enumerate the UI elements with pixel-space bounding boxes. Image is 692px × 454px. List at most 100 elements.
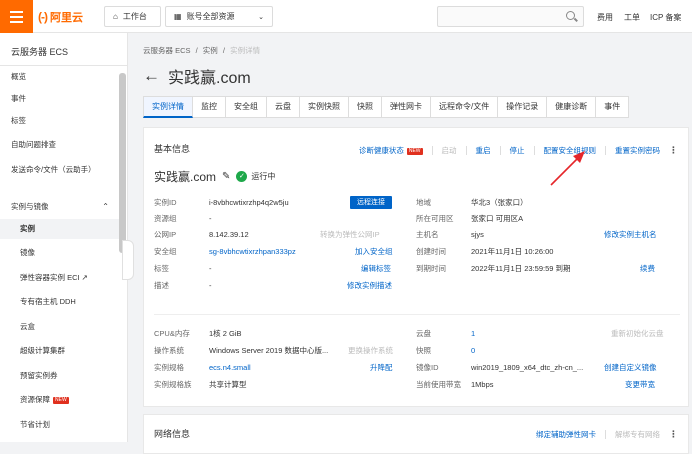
- tags-value: -: [209, 264, 212, 273]
- page-title: ← 实践赢.com: [143, 66, 251, 87]
- chevron-down-icon: ⌄: [258, 13, 264, 21]
- divider: [499, 146, 501, 155]
- sidebar-group-instances-images[interactable]: 实例与镜像 ⌃: [0, 197, 119, 217]
- tab-security-group[interactable]: 安全组: [226, 96, 267, 118]
- divider: [0, 65, 128, 66]
- more-options-icon[interactable]: ⋮: [669, 429, 678, 440]
- expire-time-value: 2022年11月1日 23:59:59 到期: [471, 264, 571, 273]
- more-options-icon[interactable]: ⋮: [669, 145, 678, 156]
- field-label: 当前使用带宽: [416, 380, 461, 389]
- aliyun-logo-icon: (-): [38, 10, 48, 24]
- collapse-sidebar-handle[interactable]: [122, 240, 134, 280]
- tab-snapshots[interactable]: 快照: [349, 96, 382, 118]
- breadcrumb-instances[interactable]: 实例: [203, 46, 218, 55]
- field-label: 实例ID: [154, 198, 177, 207]
- menu-icon[interactable]: [0, 0, 33, 33]
- divider: [431, 146, 433, 155]
- edit-description-link[interactable]: 修改实例描述: [347, 280, 392, 291]
- logo[interactable]: (-) 阿里云: [38, 9, 83, 25]
- sidebar-item-resource-guarantee[interactable]: 资源保障 NEW: [0, 390, 119, 410]
- bandwidth-value: 1Mbps: [471, 380, 494, 389]
- back-arrow-icon[interactable]: ←: [143, 66, 160, 86]
- divider: [465, 146, 467, 155]
- field-label: 所在可用区: [416, 214, 454, 223]
- security-group-link[interactable]: sg-8vbhcwtixrzhpan333pz: [209, 246, 296, 257]
- stop-button[interactable]: 停止: [510, 145, 525, 156]
- restart-button[interactable]: 重启: [476, 145, 491, 156]
- sidebar-item-events[interactable]: 事件: [0, 89, 119, 109]
- instance-type-link[interactable]: ecs.n4.small: [209, 362, 251, 373]
- tab-instance-snapshots[interactable]: 实例快照: [300, 96, 349, 118]
- field-label: 主机名: [416, 230, 439, 239]
- convert-eip-link[interactable]: 转换为弹性公网IP: [320, 229, 380, 240]
- bind-eni-link[interactable]: 绑定辅助弹性网卡: [536, 429, 596, 440]
- cpu-memory-value: 1核 2 GiB: [209, 329, 242, 338]
- disk-count-link[interactable]: 1: [471, 328, 475, 339]
- edit-tags-link[interactable]: 编辑标签: [361, 263, 391, 274]
- hostname-value: sjys: [471, 230, 484, 239]
- divider: [605, 146, 606, 155]
- os-value: Windows Server 2019 数据中心版...: [209, 346, 329, 355]
- configure-sg-rules-link[interactable]: 配置安全组规则: [544, 145, 597, 156]
- sidebar-item-overview[interactable]: 概览: [0, 67, 119, 87]
- edit-hostname-link[interactable]: 修改实例主机名: [604, 229, 657, 240]
- change-os-link[interactable]: 更换操作系统: [348, 345, 393, 356]
- field-label: 镜像ID: [416, 363, 439, 372]
- link-icp[interactable]: ICP 备案: [650, 12, 681, 23]
- field-label: 创建时间: [416, 247, 446, 256]
- unbind-vpc-link[interactable]: 解绑专有网络: [615, 429, 660, 440]
- diagnose-link[interactable]: 诊断健康状态 NEW: [359, 145, 423, 156]
- join-security-group-link[interactable]: 加入安全组: [355, 246, 393, 257]
- tab-details[interactable]: 实例详情: [143, 96, 193, 118]
- reinit-disk-link[interactable]: 重新初始化云盘: [611, 328, 664, 339]
- link-fees[interactable]: 费用: [597, 12, 613, 23]
- resource-group-value: -: [209, 214, 212, 223]
- image-id-value: win2019_1809_x64_dtc_zh-cn_...: [471, 363, 584, 372]
- sidebar-item-savings-plan[interactable]: 节省计划: [0, 415, 119, 435]
- resize-link[interactable]: 升降配: [370, 362, 393, 373]
- sidebar-item-scc[interactable]: 超级计算集群: [0, 341, 119, 361]
- sidebar-title: 云服务器 ECS: [11, 47, 69, 57]
- remote-connect-button[interactable]: 远程连接: [350, 196, 392, 209]
- sidebar-item-tags[interactable]: 标签: [0, 111, 119, 131]
- sidebar-item-ddh[interactable]: 专有宿主机 DDH: [0, 292, 119, 312]
- change-bandwidth-link[interactable]: 变更带宽: [625, 379, 655, 390]
- instance-family-value: 共享计算型: [209, 380, 247, 389]
- sidebar-item-images[interactable]: 镜像: [0, 243, 119, 263]
- sidebar-item-reserved[interactable]: 预留实例券: [0, 366, 119, 386]
- workbench-button[interactable]: ⌂ 工作台: [104, 6, 161, 27]
- sidebar-item-instances[interactable]: 实例: [0, 219, 119, 239]
- start-button[interactable]: 启动: [442, 145, 457, 156]
- sidebar-item-cloudbox[interactable]: 云盒: [0, 317, 119, 337]
- tab-eni[interactable]: 弹性网卡: [382, 96, 431, 118]
- account-scope-select[interactable]: ▦ 账号全部资源 ⌄: [165, 6, 273, 27]
- tab-events[interactable]: 事件: [596, 96, 630, 118]
- edit-icon[interactable]: ✎: [222, 171, 230, 182]
- snapshot-count-link[interactable]: 0: [471, 345, 475, 356]
- search-input[interactable]: [437, 6, 584, 27]
- create-custom-image-link[interactable]: 创建自定义镜像: [604, 362, 657, 373]
- sidebar-item-send-command[interactable]: 发送命令/文件（云助手）: [0, 160, 119, 180]
- status-badge: ✓ 运行中: [236, 171, 275, 182]
- scrollbar[interactable]: [119, 73, 126, 253]
- tab-monitor[interactable]: 监控: [193, 96, 226, 118]
- field-label: 实例规格族: [154, 380, 192, 389]
- breadcrumb-ecs[interactable]: 云服务器 ECS: [143, 46, 191, 55]
- field-label: 安全组: [154, 247, 177, 256]
- created-time-value: 2021年11月1日 10:26:00: [471, 247, 554, 256]
- check-circle-icon: ✓: [236, 171, 248, 182]
- renew-link[interactable]: 续费: [640, 263, 655, 274]
- network-info-panel: 网络信息 绑定辅助弹性网卡 解绑专有网络 ⋮: [143, 414, 689, 454]
- divider: [154, 314, 680, 315]
- tab-operation-log[interactable]: 操作记录: [498, 96, 548, 118]
- field-label: CPU&内存: [154, 329, 190, 338]
- sidebar-item-troubleshoot[interactable]: 自助问题排查: [0, 135, 119, 155]
- instance-name: 实践赢.com ✎ ✓ 运行中: [154, 170, 276, 184]
- tab-disks[interactable]: 云盘: [267, 96, 300, 118]
- tab-remote-command[interactable]: 远程命令/文件: [431, 96, 499, 118]
- link-tickets[interactable]: 工单: [624, 12, 640, 23]
- reset-password-link[interactable]: 重置实例密码: [615, 145, 660, 156]
- tab-health[interactable]: 健康诊断: [547, 96, 597, 118]
- instance-id-value: i-8vbhcwtixrzhp4q2w5ju: [209, 198, 289, 207]
- sidebar-item-eci[interactable]: 弹性容器实例 ECI ↗: [0, 268, 119, 288]
